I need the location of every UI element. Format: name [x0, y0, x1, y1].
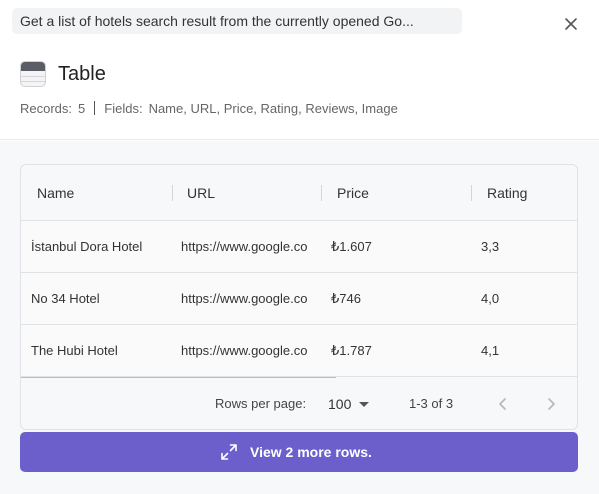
cell-rating: 3,3: [481, 239, 500, 254]
column-header-url[interactable]: URL: [187, 165, 215, 221]
table-icon: [20, 61, 46, 87]
meta-divider: [94, 101, 96, 115]
rows-per-page-label: Rows per page:: [215, 396, 307, 411]
data-table: Name URL Price Rating İstanbul Dora Hote…: [20, 164, 578, 430]
chevron-left-icon[interactable]: [493, 394, 513, 414]
fields-label: Fields:: [104, 101, 143, 116]
column-header-rating[interactable]: Rating: [487, 165, 527, 221]
cell-price: ₺746: [331, 291, 361, 306]
column-resize-handle[interactable]: [321, 185, 322, 201]
task-description: Get a list of hotels search result from …: [12, 8, 462, 34]
table-header: Name URL Price Rating: [21, 165, 577, 221]
rows-per-page-value: 100: [328, 396, 352, 412]
page-title: Table: [58, 63, 106, 85]
cell-price: ₺1.607: [331, 239, 372, 254]
table-meta: Records: 5 Fields: Name, URL, Price, Rating…: [20, 101, 398, 117]
rows-per-page-select[interactable]: 100: [328, 377, 370, 429]
close-icon[interactable]: [561, 14, 581, 34]
fields-list: Name, URL, Price, Rating, Reviews, Image: [148, 101, 398, 116]
column-header-price[interactable]: Price: [337, 165, 369, 221]
cell-rating: 4,0: [481, 291, 500, 306]
table-row[interactable]: The Hubi Hotel https://www.google.co ₺1.…: [21, 325, 577, 377]
cell-url[interactable]: https://www.google.co: [181, 325, 322, 377]
cell-name: The Hubi Hotel: [31, 343, 118, 358]
view-more-rows-button[interactable]: View 2 more rows.: [20, 432, 578, 472]
records-label: Records:: [20, 101, 73, 116]
column-resize-handle[interactable]: [471, 185, 472, 201]
records-count: 5: [78, 101, 86, 116]
pagination-range: 1-3 of 3: [409, 396, 454, 411]
cell-rating: 4,1: [481, 343, 500, 358]
cell-name: No 34 Hotel: [31, 291, 100, 306]
expand-icon: [219, 442, 239, 462]
chevron-right-icon[interactable]: [541, 394, 561, 414]
table-row[interactable]: İstanbul Dora Hotel https://www.google.c…: [21, 221, 577, 273]
table-row[interactable]: No 34 Hotel https://www.google.co ₺746 4…: [21, 273, 577, 325]
cell-name: İstanbul Dora Hotel: [31, 239, 143, 254]
result-header: Get a list of hotels search result from …: [0, 0, 599, 140]
view-more-rows-label: View 2 more rows.: [250, 444, 372, 460]
cell-url[interactable]: https://www.google.co: [181, 221, 322, 273]
column-header-name[interactable]: Name: [37, 165, 74, 221]
caret-down-icon: [359, 402, 370, 407]
column-resize-handle[interactable]: [172, 185, 173, 201]
cell-url[interactable]: https://www.google.co: [181, 273, 322, 325]
pagination: Rows per page: 100 1-3 of 3: [21, 377, 577, 429]
cell-price: ₺1.787: [331, 343, 372, 358]
